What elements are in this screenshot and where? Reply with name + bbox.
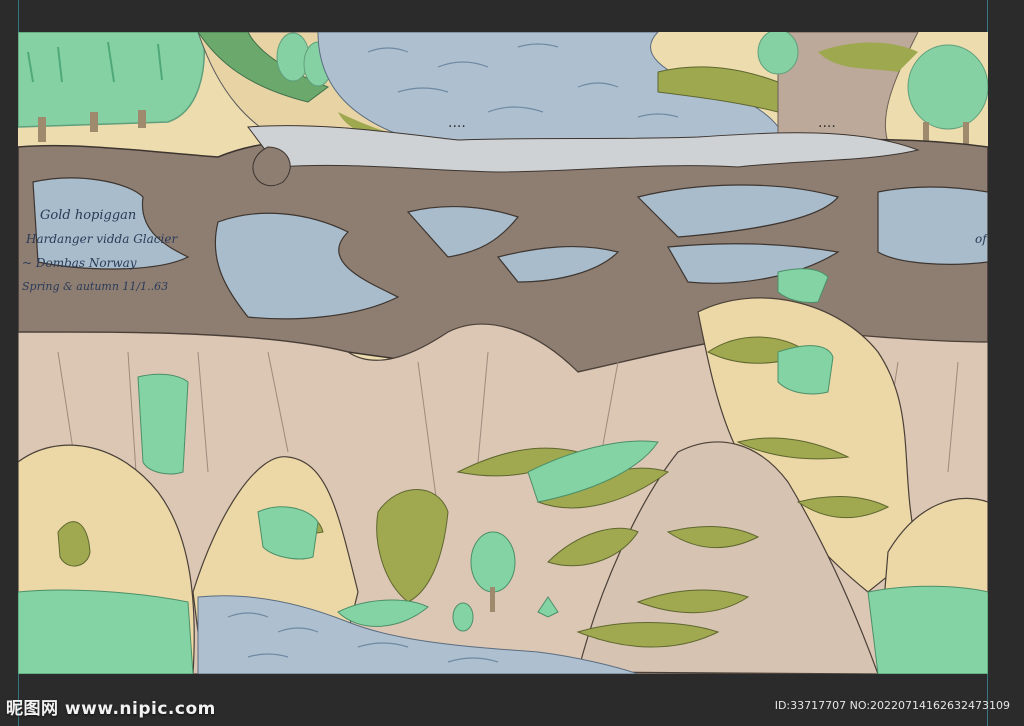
dots-mark-2: ....	[818, 115, 836, 131]
annotation-line-1: Gold hopiggan	[40, 208, 136, 223]
image-id-caption: ID:33717707 NO:20220714162632473109	[774, 699, 1010, 712]
annotation-edge-fragment: of	[975, 232, 988, 246]
annotation-line-2: Hardanger vidda Glacier	[25, 232, 178, 246]
landscape-illustration: .... .... Gold hopiggan Hardanger vidda …	[18, 32, 988, 674]
annotation-line-4: Spring & autumn 11/1..63	[22, 280, 168, 293]
annotation-line-3: ~ Dombas Norway	[22, 256, 137, 270]
artwork-canvas: .... .... Gold hopiggan Hardanger vidda …	[18, 32, 988, 674]
nipic-watermark-logo: 昵图网 www.nipic.com	[6, 699, 216, 719]
dots-mark-1: ....	[448, 115, 466, 131]
